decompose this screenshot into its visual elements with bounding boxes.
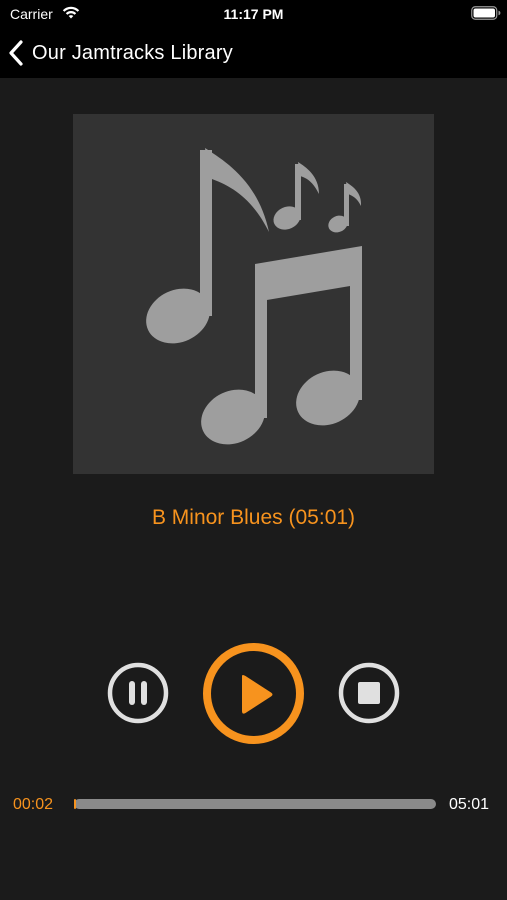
stop-icon bbox=[338, 662, 400, 724]
pause-button[interactable] bbox=[107, 662, 169, 724]
status-time: 11:17 PM bbox=[223, 6, 284, 22]
status-bar: Carrier 11:17 PM bbox=[0, 0, 507, 28]
back-button[interactable]: Our Jamtracks Library bbox=[8, 37, 233, 69]
back-button-label: Our Jamtracks Library bbox=[32, 41, 233, 64]
music-notes-icon bbox=[146, 148, 362, 445]
total-time: 05:01 bbox=[449, 796, 490, 813]
album-artwork bbox=[73, 114, 434, 474]
chevron-left-icon bbox=[9, 40, 23, 66]
navigation-bar: Our Jamtracks Library bbox=[0, 28, 507, 78]
battery-icon bbox=[471, 6, 501, 20]
stop-button[interactable] bbox=[338, 662, 400, 724]
progress-fill bbox=[74, 799, 77, 809]
progress-slider[interactable] bbox=[74, 799, 436, 809]
track-title: B Minor Blues (05:01) bbox=[151, 506, 356, 529]
play-button[interactable] bbox=[202, 642, 305, 745]
play-icon bbox=[203, 643, 304, 744]
elapsed-time: 00:02 bbox=[13, 796, 54, 813]
pause-icon bbox=[107, 662, 169, 724]
